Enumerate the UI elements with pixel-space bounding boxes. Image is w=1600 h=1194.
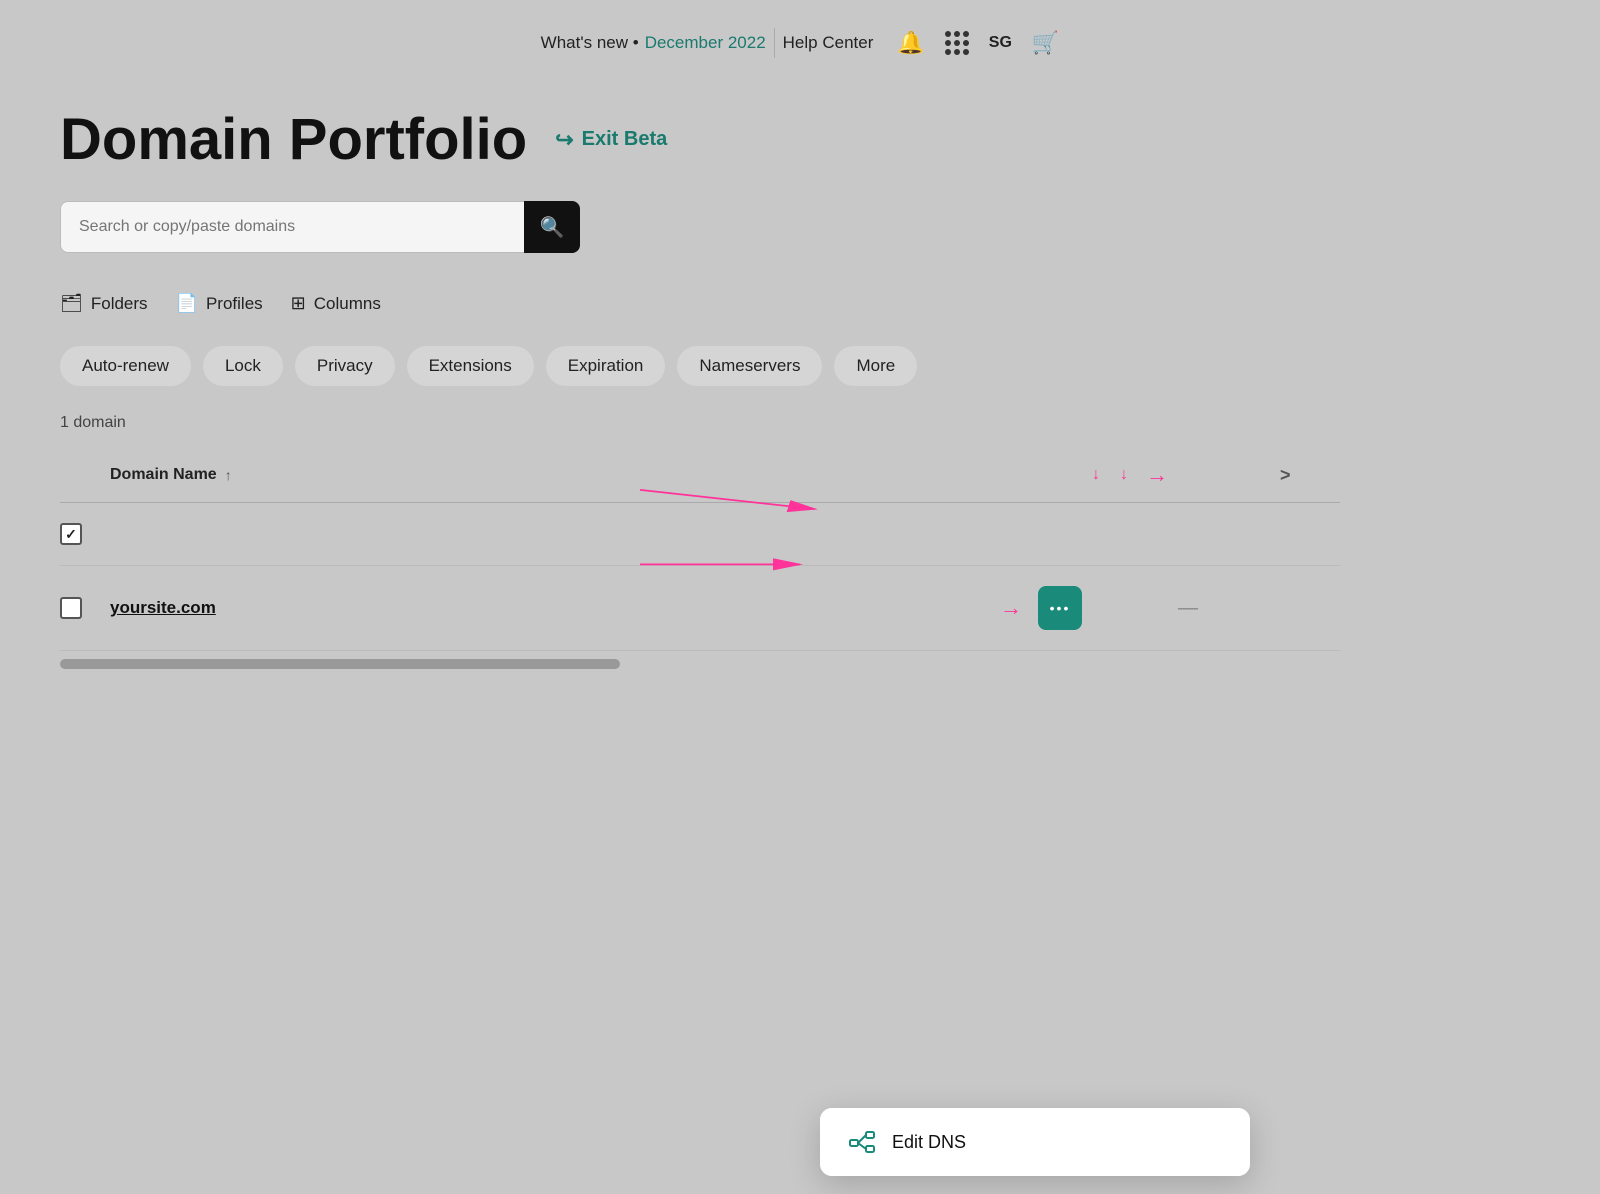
top-nav: What's new • December 2022 Help Center 🔔…: [0, 0, 1600, 86]
folder-icon: 🗂: [60, 293, 83, 314]
domain-name-col-label: Domain Name: [110, 466, 217, 484]
table-row: yoursite.com → ••• —: [60, 566, 1340, 651]
apps-grid-icon[interactable]: [945, 31, 969, 55]
domain-name-cell: yoursite.com: [110, 566, 980, 651]
exit-beta-link[interactable]: ↪ Exit Beta: [555, 127, 667, 153]
checkbox-cell: [60, 566, 110, 651]
right-arrow-1: →: [1146, 462, 1168, 488]
whats-new-text: What's new •: [541, 33, 639, 53]
edit-dns-label: Edit DNS: [892, 1132, 966, 1153]
notification-icon[interactable]: 🔔: [897, 30, 924, 56]
sort-arrows-header: ↓ ↓ →: [980, 448, 1280, 503]
columns-button[interactable]: ⊞ Columns: [291, 289, 381, 318]
checkbox-cell: ✓: [60, 503, 110, 566]
profile-icon: 📄: [176, 293, 198, 314]
expand-cell: [1280, 503, 1340, 566]
domain-table-wrapper: Domain Name ↑ ↓ ↓ → >: [60, 448, 1340, 669]
popup-menu: Edit DNS: [820, 1108, 1250, 1176]
help-center-link[interactable]: Help Center: [783, 33, 874, 53]
chip-extensions[interactable]: Extensions: [407, 346, 534, 386]
profiles-label: Profiles: [206, 294, 263, 314]
domain-actions-cell: [980, 503, 1280, 566]
sort-down-arrow-2[interactable]: ↓: [1120, 466, 1128, 484]
table-header-row: Domain Name ↑ ↓ ↓ → >: [60, 448, 1340, 503]
main-content: Domain Portfolio ↪ Exit Beta 🔍 🗂 Folders…: [0, 86, 1400, 729]
sort-up-icon[interactable]: ↑: [225, 467, 232, 483]
row-checkbox-checked[interactable]: ✓: [60, 523, 82, 545]
filter-chips: Auto-renew Lock Privacy Extensions Expir…: [60, 346, 1340, 386]
right-arrow-row2: →: [1000, 595, 1022, 621]
dns-icon: [848, 1130, 876, 1154]
domain-name-cell: [110, 503, 980, 566]
domain-table: Domain Name ↑ ↓ ↓ → >: [60, 448, 1340, 651]
chip-nameservers[interactable]: Nameservers: [677, 346, 822, 386]
edit-dns-menu-item[interactable]: Edit DNS: [820, 1108, 1250, 1176]
cart-icon[interactable]: 🛒: [1032, 30, 1059, 56]
folders-label: Folders: [91, 294, 148, 314]
scrollbar-track: [60, 659, 620, 669]
dash-icon: —: [1178, 597, 1198, 620]
expand-cell-row2: [1280, 566, 1340, 651]
chip-more[interactable]: More: [834, 346, 917, 386]
search-input[interactable]: [60, 201, 524, 253]
exit-beta-icon: ↪: [555, 127, 573, 153]
checkbox-header: [60, 448, 110, 503]
checkmark-icon: ✓: [65, 526, 77, 543]
toolbar: 🗂 Folders 📄 Profiles ⊞ Columns: [60, 289, 1340, 318]
exit-beta-label: Exit Beta: [582, 128, 668, 151]
domain-link[interactable]: yoursite.com: [110, 598, 216, 617]
user-avatar[interactable]: SG: [989, 34, 1012, 52]
profiles-button[interactable]: 📄 Profiles: [176, 289, 263, 318]
nav-separator: [774, 28, 775, 58]
columns-label: Columns: [314, 294, 381, 314]
row-checkbox-unchecked[interactable]: [60, 597, 82, 619]
columns-icon: ⊞: [291, 293, 306, 314]
table-row: ✓: [60, 503, 1340, 566]
three-dot-icon: •••: [1050, 600, 1071, 616]
domain-count: 1 domain: [60, 414, 1340, 432]
whats-new: What's new • December 2022: [541, 33, 766, 53]
row-expand-icon[interactable]: >: [1280, 465, 1291, 485]
domain-name-header: Domain Name ↑: [110, 448, 980, 503]
folders-button[interactable]: 🗂 Folders: [60, 289, 148, 318]
search-icon: 🔍: [540, 215, 565, 240]
december-link[interactable]: December 2022: [645, 33, 766, 53]
chip-autorenew[interactable]: Auto-renew: [60, 346, 191, 386]
search-bar: 🔍: [60, 201, 580, 253]
three-dot-menu-button[interactable]: •••: [1038, 586, 1082, 630]
chip-privacy[interactable]: Privacy: [295, 346, 395, 386]
sort-down-arrow-1[interactable]: ↓: [1092, 466, 1100, 484]
chip-lock[interactable]: Lock: [203, 346, 283, 386]
scrollbar-area[interactable]: [60, 659, 1340, 669]
chip-expiration[interactable]: Expiration: [546, 346, 666, 386]
page-title: Domain Portfolio: [60, 106, 527, 173]
domain-row-actions: → ••• —: [980, 566, 1280, 651]
chevron-header: >: [1280, 448, 1340, 503]
page-title-row: Domain Portfolio ↪ Exit Beta: [60, 106, 1340, 173]
search-button[interactable]: 🔍: [524, 201, 580, 253]
